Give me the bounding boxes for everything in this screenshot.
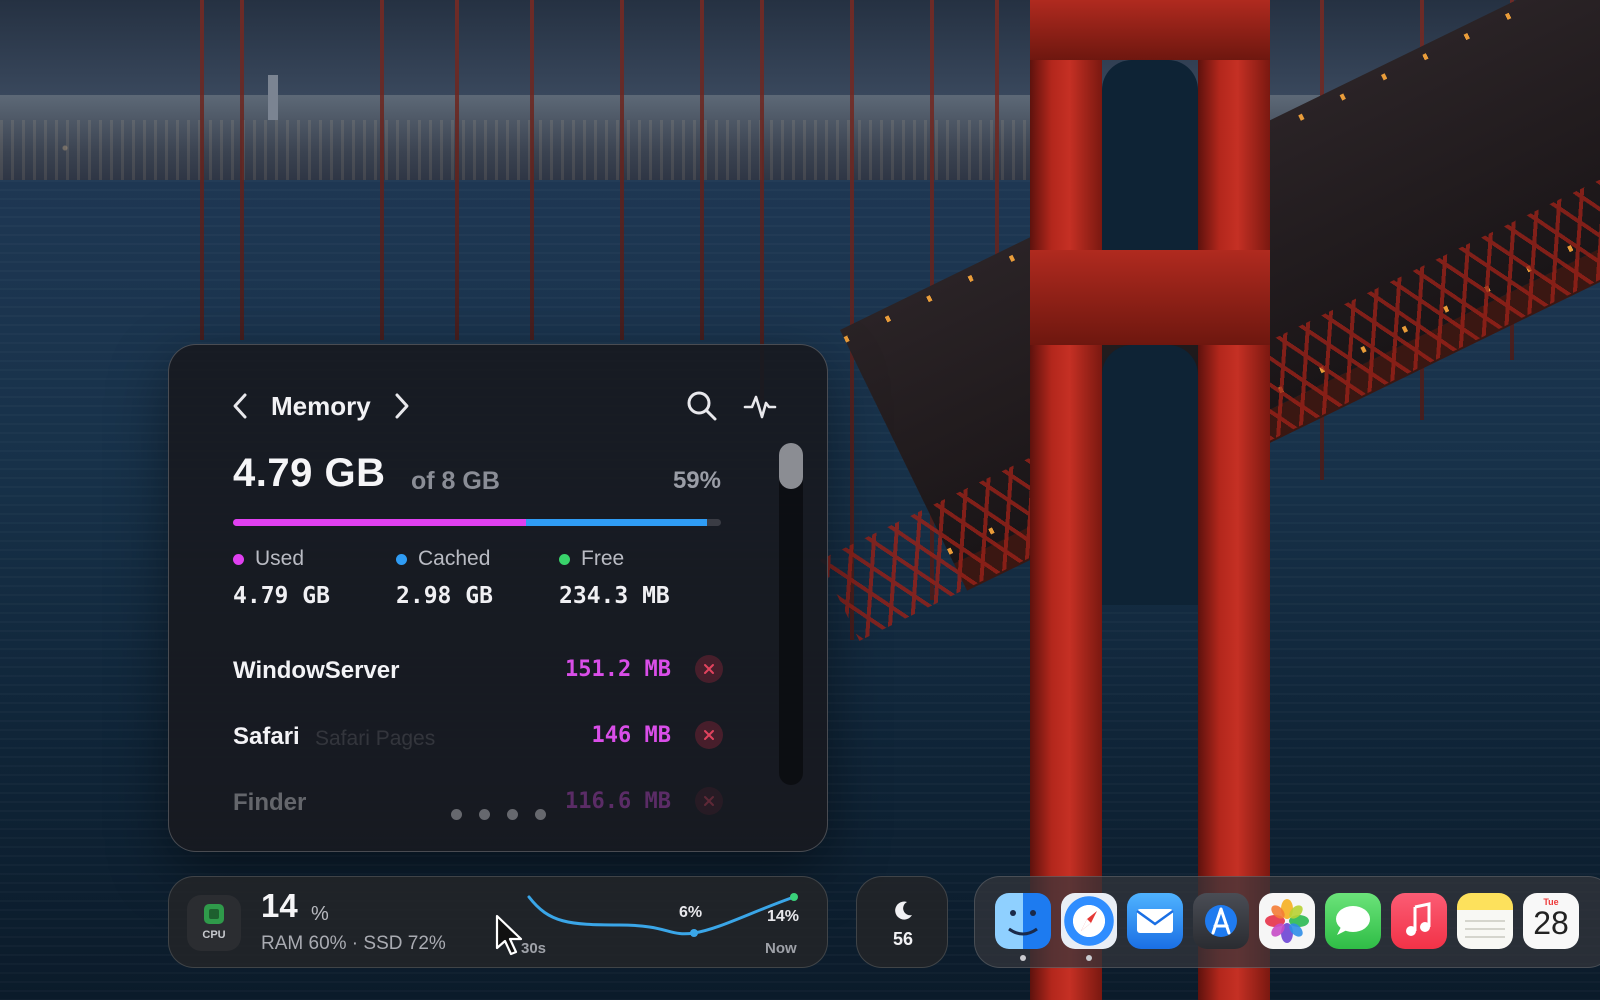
- legend-free: Free 234.3 MB: [559, 547, 709, 609]
- cpu-sparkline: 6% 14% 30s Now: [521, 893, 799, 957]
- wallpaper-cable: [530, 0, 534, 340]
- process-name: Finder: [233, 789, 307, 816]
- dock: Tue 28: [974, 876, 1600, 968]
- legend-cached: Cached 2.98 GB: [396, 547, 546, 609]
- wallpaper-tower-leg: [1030, 0, 1102, 1000]
- sparkline-start-time: 30s: [521, 940, 546, 957]
- process-name: Safari: [233, 723, 300, 750]
- wallpaper-cable: [240, 0, 244, 340]
- legend-used-label: Used: [255, 547, 305, 570]
- page-indicator: [451, 809, 551, 821]
- dock-running-indicator: [1086, 955, 1092, 961]
- legend-used: Used 4.79 GB: [233, 547, 383, 609]
- notes-app-icon[interactable]: [1457, 893, 1513, 949]
- memory-header: Memory: [229, 389, 789, 423]
- sparkline-end-point: [790, 893, 798, 901]
- wallpaper-skyscraper: [268, 75, 278, 120]
- process-subtitle: Safari Pages: [315, 727, 436, 750]
- process-name: WindowServer: [233, 657, 400, 684]
- messages-app-icon[interactable]: [1325, 893, 1381, 949]
- wallpaper-tower-beam: [1030, 250, 1270, 345]
- dock-running-indicator: [1020, 955, 1026, 961]
- sparkline-low-label: 6%: [679, 904, 702, 921]
- sparkline-now-label: 14%: [767, 908, 799, 925]
- process-row[interactable]: Safari Safari Pages 146 MB: [233, 717, 723, 757]
- moon-icon: [895, 901, 912, 920]
- legend-cached-value: 2.98 GB: [396, 583, 493, 609]
- process-row[interactable]: WindowServer 151.2 MB: [233, 651, 723, 691]
- wallpaper-cable: [620, 0, 624, 340]
- close-icon[interactable]: [695, 721, 723, 749]
- wallpaper-cable: [700, 0, 704, 340]
- finder-app-icon[interactable]: [995, 893, 1051, 949]
- wallpaper-cable: [455, 0, 459, 340]
- xcode-app-icon[interactable]: [1193, 893, 1249, 949]
- wallpaper-cable: [200, 0, 204, 340]
- wallpaper-cable: [380, 0, 384, 340]
- ram-ssd-summary: RAM 60% · SSD 72%: [261, 933, 446, 954]
- calendar-app-icon[interactable]: Tue 28: [1523, 893, 1579, 949]
- sparkline-line: [527, 895, 796, 936]
- legend-free-dot: [559, 554, 570, 565]
- mouse-cursor-icon: [495, 914, 523, 956]
- memory-percent: 59%: [672, 467, 721, 494]
- focus-value: 56: [892, 929, 914, 949]
- sparkline-end-time: Now: [765, 940, 797, 957]
- page-dot[interactable]: [479, 809, 490, 820]
- memory-usage-bar: [233, 519, 721, 526]
- chevron-left-icon[interactable]: [229, 391, 255, 421]
- wallpaper-tower-leg: [1198, 0, 1270, 1000]
- wallpaper-cable: [760, 0, 764, 400]
- cpu-chip-icon: [204, 904, 224, 924]
- page-dot[interactable]: [535, 809, 546, 820]
- legend-used-dot: [233, 554, 244, 565]
- process-memory: 151.2 MB: [565, 657, 671, 682]
- memory-used-value: 4.79 GB: [233, 451, 386, 495]
- legend-cached-label: Cached: [418, 547, 491, 570]
- legend-used-value: 4.79 GB: [233, 583, 330, 609]
- legend-free-label: Free: [581, 547, 625, 570]
- page-dot[interactable]: [507, 809, 518, 820]
- process-list-scrollbar[interactable]: [779, 443, 803, 785]
- wallpaper-tower-beam: [1030, 0, 1270, 60]
- chevron-right-icon[interactable]: [391, 391, 417, 421]
- legend-free-value: 234.3 MB: [559, 583, 670, 609]
- search-icon[interactable]: [685, 389, 719, 423]
- calendar-date: 28: [1533, 905, 1569, 941]
- activity-pulse-icon[interactable]: [743, 389, 777, 423]
- close-icon[interactable]: [695, 787, 723, 815]
- close-icon[interactable]: [695, 655, 723, 683]
- memory-usage-used-segment: [233, 519, 526, 526]
- focus-widget[interactable]: 56: [856, 876, 948, 968]
- scrollbar-thumb[interactable]: [779, 443, 803, 489]
- cpu-unit: %: [311, 903, 329, 925]
- wallpaper-tower-arch: [1102, 60, 1198, 250]
- mail-app-icon[interactable]: [1127, 893, 1183, 949]
- process-memory: 146 MB: [591, 723, 671, 748]
- sparkline-low-point: [690, 929, 698, 937]
- cpu-label: CPU: [202, 929, 226, 941]
- page-dot[interactable]: [451, 809, 462, 820]
- memory-widget: Memory 4.79 GB of 8 GB 59% Used 4.79 GB …: [168, 344, 828, 852]
- music-app-icon[interactable]: [1391, 893, 1447, 949]
- safari-app-icon[interactable]: [1061, 893, 1117, 949]
- memory-total-text: of 8 GB: [411, 467, 500, 495]
- memory-title: Memory: [271, 391, 371, 421]
- cpu-badge: CPU: [187, 895, 241, 951]
- legend-cached-dot: [396, 554, 407, 565]
- wallpaper-tower-arch: [1102, 345, 1198, 605]
- process-memory: 116.6 MB: [565, 789, 671, 814]
- photos-app-icon[interactable]: [1259, 893, 1315, 949]
- wallpaper-bridge-tower: [1030, 0, 1270, 1000]
- cpu-value: 14: [261, 887, 298, 924]
- memory-usage-cached-segment: [526, 519, 707, 526]
